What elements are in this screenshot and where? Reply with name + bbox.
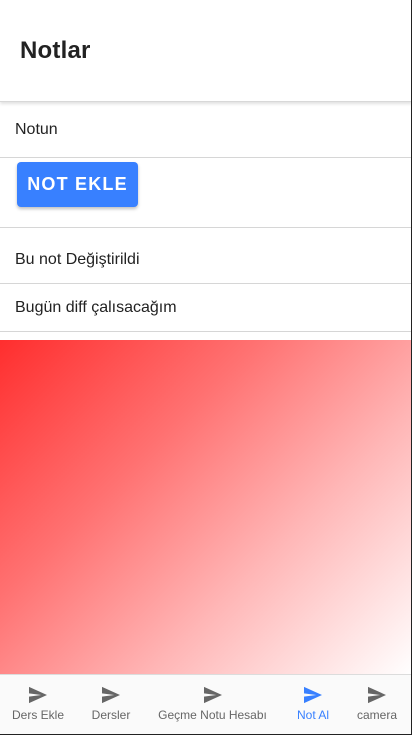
tab-label: Ders Ekle bbox=[11, 708, 64, 722]
gradient-panel bbox=[0, 340, 411, 674]
send-icon bbox=[304, 686, 322, 704]
tab-label: Geçme Notu Hesabı bbox=[158, 708, 267, 722]
send-icon bbox=[203, 686, 222, 704]
tab-label: Dersler bbox=[91, 708, 131, 722]
page-title: Notlar bbox=[20, 37, 91, 64]
send-icon bbox=[29, 686, 47, 704]
tab-gecme-notu-hesabi[interactable]: Geçme Notu Hesabı bbox=[150, 675, 275, 734]
bottom-tab-bar: Ders Ekle Dersler Geçme Notu Hesabı Not … bbox=[0, 674, 411, 734]
tab-label: Not Al bbox=[296, 708, 329, 722]
add-note-button[interactable]: NOT EKLE bbox=[17, 162, 138, 207]
tab-ders-ekle[interactable]: Ders Ekle bbox=[3, 675, 73, 734]
send-icon bbox=[102, 686, 120, 704]
note-input-row bbox=[0, 103, 411, 158]
send-icon bbox=[368, 686, 386, 704]
tab-label: camera bbox=[356, 708, 397, 722]
note-list-item[interactable]: Bugün diff çalısacağım bbox=[0, 284, 411, 332]
add-button-row: NOT EKLE bbox=[0, 158, 411, 228]
header-toolbar: Notlar bbox=[0, 0, 411, 102]
app-frame: Notlar NOT EKLE Bu not Değiştirildi Bugü… bbox=[0, 0, 412, 735]
tab-camera[interactable]: camera bbox=[348, 675, 406, 734]
note-list-item[interactable]: Bu not Değiştirildi bbox=[0, 236, 411, 284]
tab-dersler[interactable]: Dersler bbox=[80, 675, 142, 734]
tab-not-al[interactable]: Not Al bbox=[285, 675, 341, 734]
note-input[interactable] bbox=[15, 103, 405, 157]
